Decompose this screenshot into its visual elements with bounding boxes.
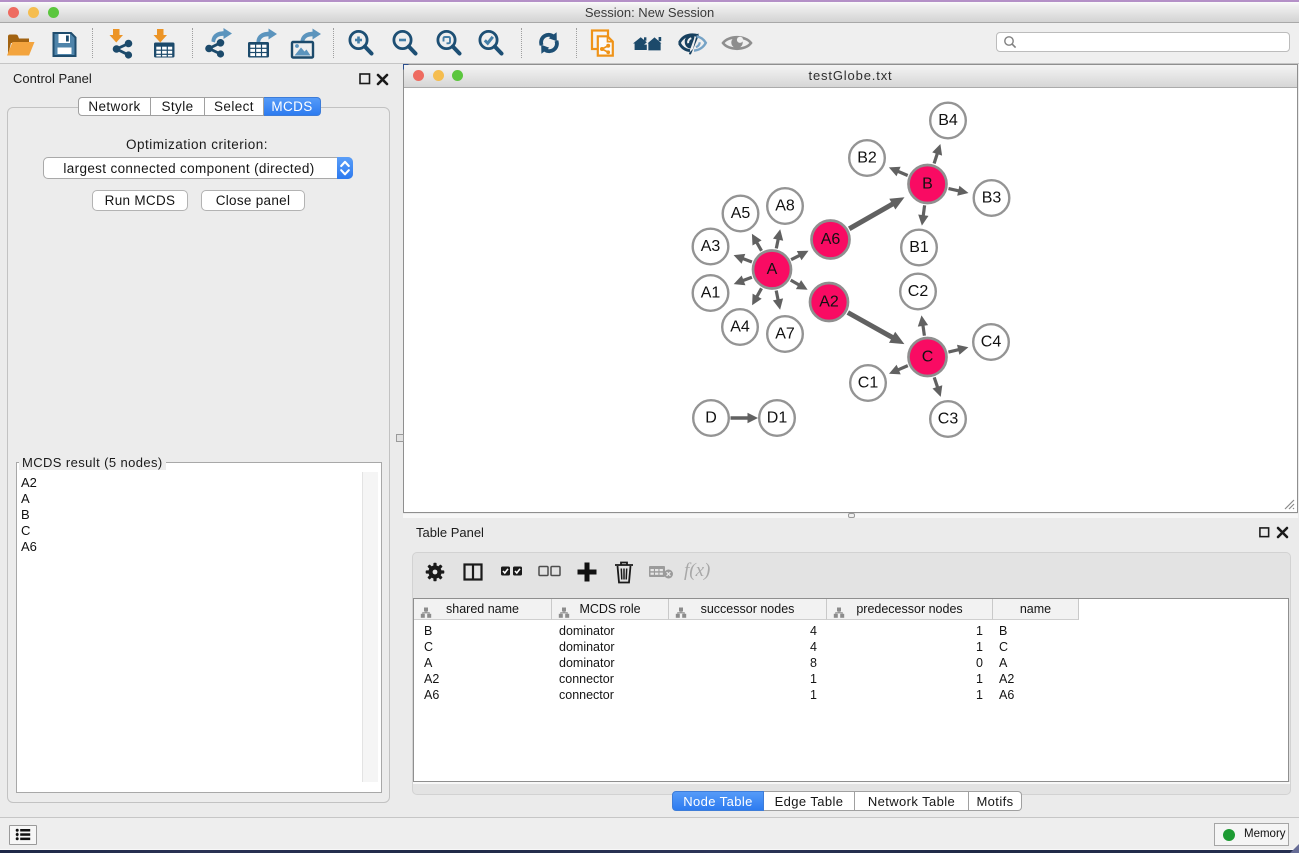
svg-text:C: C bbox=[921, 348, 933, 365]
svg-text:B1: B1 bbox=[909, 239, 929, 256]
svg-text:C3: C3 bbox=[937, 410, 958, 427]
svg-text:A4: A4 bbox=[730, 318, 750, 335]
svg-text:C1: C1 bbox=[857, 374, 878, 391]
svg-text:A: A bbox=[766, 261, 777, 278]
svg-text:B2: B2 bbox=[857, 149, 877, 166]
svg-text:A7: A7 bbox=[775, 325, 795, 342]
svg-text:C2: C2 bbox=[907, 283, 928, 300]
svg-text:A3: A3 bbox=[700, 238, 720, 255]
svg-text:B: B bbox=[922, 175, 933, 192]
svg-text:B4: B4 bbox=[938, 112, 958, 129]
svg-text:C4: C4 bbox=[980, 333, 1001, 350]
svg-text:B3: B3 bbox=[981, 189, 1001, 206]
svg-text:A5: A5 bbox=[730, 205, 750, 222]
svg-text:D1: D1 bbox=[766, 409, 787, 426]
svg-text:D: D bbox=[705, 409, 717, 426]
svg-text:A1: A1 bbox=[700, 284, 720, 301]
svg-text:A2: A2 bbox=[819, 293, 839, 310]
svg-text:A8: A8 bbox=[775, 197, 795, 214]
svg-text:A6: A6 bbox=[820, 231, 840, 248]
